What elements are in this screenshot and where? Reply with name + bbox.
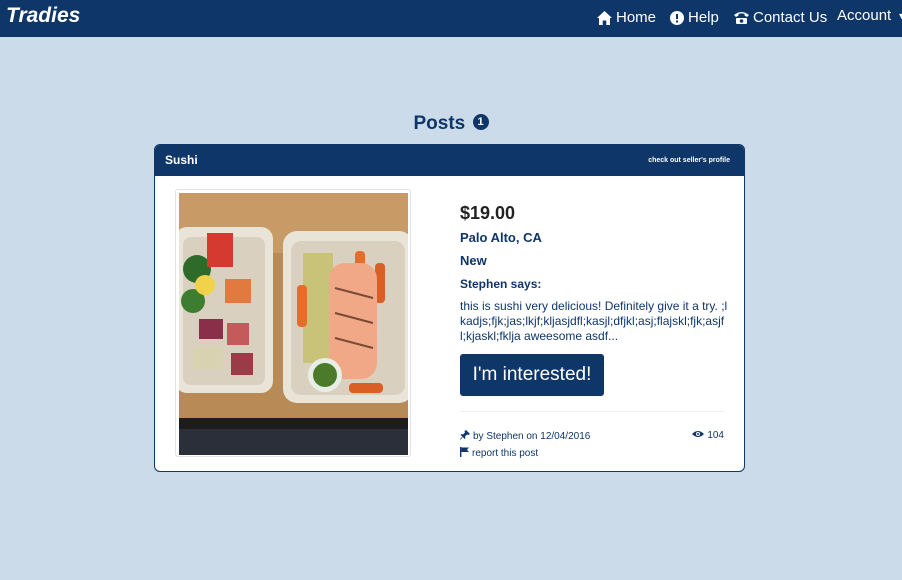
info-icon <box>670 10 684 25</box>
post-card: Sushi check out seller's profile $19.00 … <box>154 144 745 472</box>
post-byline: by Stephen on 12/04/2016 <box>460 430 590 443</box>
post-divider <box>460 411 725 412</box>
seller-says-label: Stephen says: <box>460 277 542 291</box>
brand-logo[interactable]: Tradies <box>6 4 80 28</box>
post-title: Sushi <box>165 153 198 167</box>
post-condition: New <box>460 253 487 268</box>
interested-button[interactable]: I'm interested! <box>460 354 604 396</box>
nav-help-label: Help <box>688 9 719 26</box>
flag-icon <box>460 447 469 460</box>
home-icon <box>597 10 612 25</box>
post-photo-frame <box>175 189 411 457</box>
top-navbar: Tradies Home Help Contact Us Account ▼ <box>0 0 902 37</box>
nav-contact-link[interactable]: Contact Us <box>734 9 827 26</box>
post-location: Palo Alto, CA <box>460 230 542 245</box>
nav-help-link[interactable]: Help <box>670 9 719 26</box>
nav-account-dropdown[interactable]: Account ▼ <box>837 7 902 24</box>
phone-icon <box>734 11 749 24</box>
pushpin-icon <box>460 430 470 443</box>
nav-account-label: Account <box>837 7 892 24</box>
post-views: 104 <box>692 430 724 441</box>
post-description: this is sushi very delicious! Definitely… <box>460 299 728 343</box>
nav-home-label: Home <box>616 9 657 26</box>
report-post-link[interactable]: report this post <box>460 447 538 460</box>
posts-count-badge: 1 <box>472 113 489 130</box>
eye-icon <box>692 430 705 441</box>
nav-contact-label: Contact Us <box>753 9 828 26</box>
post-price: $19.00 <box>460 203 516 223</box>
posts-heading-label: Posts <box>413 113 466 134</box>
report-post-label: report this post <box>472 448 539 459</box>
post-byline-text: by Stephen on 12/04/2016 <box>473 431 591 442</box>
post-views-count: 104 <box>707 430 724 441</box>
seller-profile-link[interactable]: check out seller's profile <box>648 157 730 164</box>
caret-down-icon: ▼ <box>897 10 902 21</box>
post-photo[interactable] <box>179 193 408 455</box>
nav-home-link[interactable]: Home <box>597 9 656 26</box>
posts-heading: Posts 1 <box>0 113 902 135</box>
post-card-header: Sushi check out seller's profile <box>155 145 744 176</box>
